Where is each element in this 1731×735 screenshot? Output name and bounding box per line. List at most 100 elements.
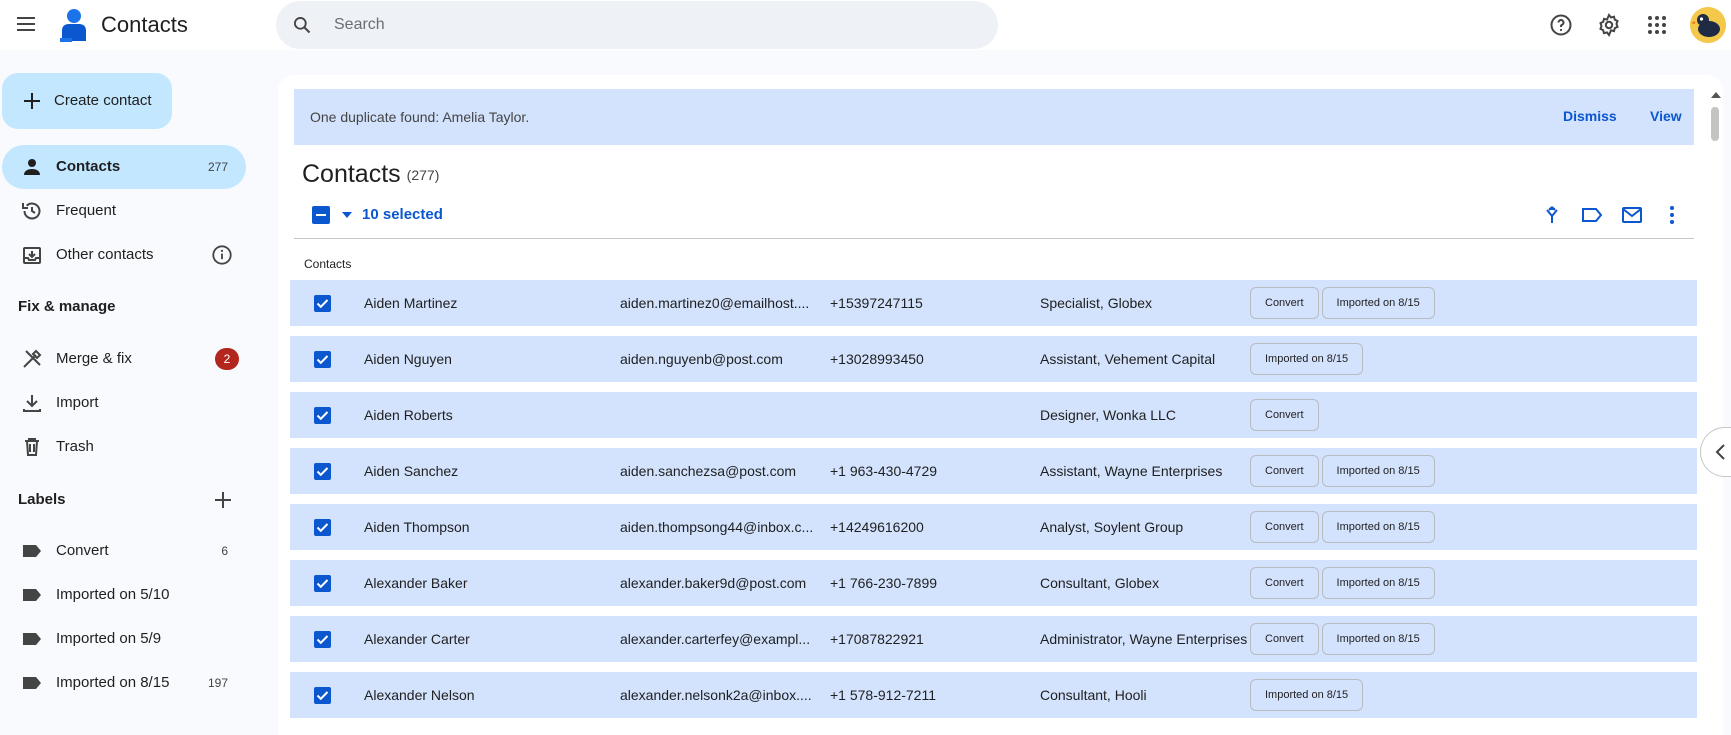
label-chip[interactable]: Imported on 8/15 <box>1321 511 1435 543</box>
select-all-checkbox[interactable] <box>312 206 330 224</box>
row-checkbox[interactable] <box>314 687 331 704</box>
table-row[interactable]: Aiden Sanchez aiden.sanchezsa@post.com +1 … <box>290 448 1697 494</box>
check-icon <box>316 299 329 309</box>
label-chip[interactable]: Imported on 8/15 <box>1321 567 1435 599</box>
contact-job: Administrator, Wayne Enterprises <box>1040 631 1248 647</box>
more-vert-icon[interactable] <box>1660 203 1684 227</box>
contact-name: Alexander Baker <box>364 575 468 591</box>
label-chips: Convert <box>1250 399 1319 431</box>
info-icon[interactable] <box>211 244 233 266</box>
app-title: Contacts <box>101 12 188 37</box>
duplicate-banner: One duplicate found: Amelia Taylor. Dism… <box>294 89 1694 145</box>
sidebar-item-contacts[interactable]: Contacts 277 <box>2 145 246 189</box>
contact-job: Assistant, Vehement Capital <box>1040 351 1216 367</box>
chevron-down-icon[interactable] <box>340 206 354 224</box>
contact-name: Aiden Martinez <box>364 295 458 311</box>
manage-labels-icon[interactable] <box>1580 203 1604 227</box>
row-checkbox[interactable] <box>314 351 331 368</box>
sidebar-label-convert[interactable]: Convert 6 <box>2 529 246 573</box>
scrollbar-thumb[interactable] <box>1711 107 1719 141</box>
settings-gear-icon[interactable] <box>1597 13 1621 37</box>
history-icon <box>22 202 41 220</box>
sidebar-item-other-contacts[interactable]: Other contacts <box>2 233 246 277</box>
label-chip[interactable]: Convert <box>1250 511 1319 543</box>
row-checkbox[interactable] <box>314 519 331 536</box>
sidebar-item-merge-fix[interactable]: Merge & fix 2 <box>2 337 246 381</box>
contact-phone: +14249616200 <box>830 519 924 535</box>
row-checkbox[interactable] <box>314 575 331 592</box>
chevron-left-icon <box>1715 444 1725 460</box>
sidebar-label-imported-5-9[interactable]: Imported on 5/9 <box>2 617 246 661</box>
search-bar[interactable] <box>276 1 998 49</box>
label-chip[interactable]: Imported on 8/15 <box>1321 623 1435 655</box>
table-row[interactable]: Alexander Baker alexander.baker9d@post.co… <box>290 560 1697 606</box>
label-chip[interactable]: Imported on 8/15 <box>1250 343 1364 375</box>
search-icon[interactable] <box>292 15 312 35</box>
email-icon[interactable] <box>1620 203 1644 227</box>
label-name: Imported on 5/10 <box>56 586 170 603</box>
label-chips: Imported on 8/15 <box>1250 343 1364 375</box>
label-count: 197 <box>207 676 228 690</box>
label-chip[interactable]: Convert <box>1250 399 1319 431</box>
avatar[interactable] <box>1690 7 1726 43</box>
page-title: Contacts (277) <box>302 160 439 189</box>
sidebar-item-label: Contacts <box>56 158 121 175</box>
contact-job: Consultant, Hooli <box>1040 687 1147 703</box>
sidebar-label-imported-8-15[interactable]: Imported on 8/15 197 <box>2 661 246 705</box>
sidebar-item-label: Other contacts <box>56 246 154 263</box>
main-menu-icon[interactable] <box>14 12 38 36</box>
sidebar-item-trash[interactable]: Trash <box>2 425 246 469</box>
view-button[interactable]: View <box>1650 108 1682 124</box>
sidebar-label-imported-5-10[interactable]: Imported on 5/10 <box>2 573 246 617</box>
contact-job: Specialist, Globex <box>1040 295 1153 311</box>
contacts-count: 277 <box>207 160 228 174</box>
contact-phone: +17087822921 <box>830 631 924 647</box>
table-row[interactable]: Alexander Carter alexander.carterfey@exam… <box>290 616 1697 662</box>
label-icon <box>23 677 41 689</box>
divider <box>294 238 1694 239</box>
row-checkbox[interactable] <box>314 463 331 480</box>
fix-manage-header: Fix & manage <box>18 298 116 315</box>
row-checkbox[interactable] <box>314 295 331 312</box>
create-contact-button[interactable]: Create contact <box>2 73 172 129</box>
label-chip[interactable]: Imported on 8/15 <box>1321 287 1435 319</box>
check-icon <box>316 635 329 645</box>
contacts-logo <box>60 9 86 42</box>
merge-icon[interactable] <box>1540 203 1564 227</box>
table-row[interactable]: Aiden Martinez aiden.martinez0@emailhost.… <box>290 280 1697 326</box>
table-row[interactable]: Alexander Nelson alexander.nelsonk2a@inbo… <box>290 672 1697 718</box>
check-icon <box>316 411 329 421</box>
label-chips: Convert Imported on 8/15 <box>1250 623 1435 655</box>
apps-grid-icon[interactable] <box>1645 13 1669 37</box>
sidebar-item-label: Trash <box>56 438 94 455</box>
table-row[interactable]: Aiden Thompson aiden.thompsong44@inbox.c.… <box>290 504 1697 550</box>
search-input[interactable] <box>334 1 934 49</box>
help-icon[interactable] <box>1549 13 1573 37</box>
contact-job: Analyst, Soylent Group <box>1040 519 1184 535</box>
check-icon <box>316 579 329 589</box>
add-label-icon[interactable] <box>211 488 235 512</box>
table-row[interactable]: Aiden Nguyen aiden.nguyenb@post.com +13028… <box>290 336 1697 382</box>
person-icon <box>24 159 40 175</box>
label-chip[interactable]: Imported on 8/15 <box>1250 679 1364 711</box>
row-checkbox[interactable] <box>314 631 331 648</box>
contact-name: Aiden Sanchez <box>364 463 459 479</box>
dismiss-button[interactable]: Dismiss <box>1563 108 1617 124</box>
check-icon <box>316 691 329 701</box>
label-chips: Convert Imported on 8/15 <box>1250 455 1435 487</box>
scroll-up-arrow[interactable] <box>1711 92 1721 98</box>
label-chip[interactable]: Convert <box>1250 567 1319 599</box>
table-row[interactable]: Aiden Roberts Designer, Wonka LLC Convert <box>290 392 1697 438</box>
sidebar-item-import[interactable]: Import <box>2 381 246 425</box>
label-chip[interactable]: Convert <box>1250 623 1319 655</box>
trash-icon <box>25 438 39 456</box>
sidebar-item-frequent[interactable]: Frequent <box>2 189 246 233</box>
label-chip[interactable]: Convert <box>1250 455 1319 487</box>
label-chips: Imported on 8/15 <box>1250 679 1364 711</box>
label-chip[interactable]: Convert <box>1250 287 1319 319</box>
contact-phone: +13028993450 <box>830 351 924 367</box>
contact-job: Assistant, Wayne Enterprises <box>1040 463 1223 479</box>
label-chip[interactable]: Imported on 8/15 <box>1321 455 1435 487</box>
label-chips: Convert Imported on 8/15 <box>1250 287 1435 319</box>
row-checkbox[interactable] <box>314 407 331 424</box>
